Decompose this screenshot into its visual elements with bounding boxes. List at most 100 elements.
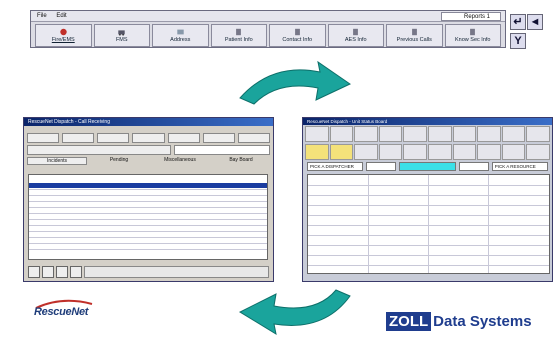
- left-status-field: [84, 266, 269, 278]
- incidents-grid[interactable]: [28, 174, 268, 260]
- contact-info-button[interactable]: Contact Info: [269, 24, 326, 47]
- left-tool-button[interactable]: [167, 133, 200, 143]
- patient-info-label: Patient Info: [224, 37, 253, 43]
- fire-ems-button[interactable]: Fire/EMS: [35, 24, 92, 47]
- right-tool-button[interactable]: [378, 144, 403, 160]
- right-tool-button[interactable]: [354, 144, 378, 160]
- left-tool-button[interactable]: [27, 133, 60, 143]
- left-toolbar-row-1: [24, 132, 273, 144]
- selected-row[interactable]: [29, 183, 267, 188]
- pick-dispatcher-field[interactable]: PICK A DISPATCHER: [307, 162, 364, 171]
- grid-line: [29, 195, 267, 196]
- fms-label: FMS: [115, 37, 128, 43]
- address-button[interactable]: Address: [152, 24, 209, 47]
- right-tool-button[interactable]: [501, 126, 526, 142]
- grid-line: [308, 195, 549, 196]
- left-bottom-button[interactable]: [70, 266, 82, 278]
- right-window-title: RescueNet Dispatch - Unit Status Board: [303, 118, 552, 125]
- grid-line: [29, 201, 267, 202]
- tab-incidents[interactable]: Incidents: [27, 157, 87, 165]
- zoll-box: ZOLL: [386, 312, 432, 331]
- pick-resource-field[interactable]: PICK A RESOURCE: [491, 162, 548, 171]
- info-icon: [353, 28, 359, 36]
- ambulance-icon: [118, 30, 125, 36]
- right-tool-button[interactable]: [452, 144, 477, 160]
- right-tool-button[interactable]: [477, 126, 501, 142]
- right-tool-button[interactable]: [378, 126, 403, 142]
- right-tool-button[interactable]: [427, 144, 452, 160]
- aes-info-button[interactable]: AES Info: [327, 24, 384, 47]
- right-tool-button[interactable]: [403, 144, 427, 160]
- grid-line: [308, 215, 549, 216]
- grid-line: [308, 185, 549, 186]
- right-tool-button[interactable]: [501, 144, 526, 160]
- patient-info-button[interactable]: Patient Info: [210, 24, 267, 47]
- right-fields: PICK A DISPATCHER PICK A RESOURCE: [307, 162, 548, 171]
- tab-bay-board[interactable]: Bay Board: [212, 157, 270, 165]
- tab-miscellaneous[interactable]: Miscellaneous: [151, 157, 209, 165]
- left-tool-button[interactable]: [62, 133, 95, 143]
- left-tool-button[interactable]: [237, 133, 270, 143]
- left-bottom-button[interactable]: [56, 266, 68, 278]
- left-tool-button[interactable]: [202, 133, 235, 143]
- left-tool-button[interactable]: [132, 133, 165, 143]
- grid-line: [308, 255, 549, 256]
- grid-line: [308, 205, 549, 206]
- grid-line: [29, 189, 267, 190]
- left-bottom-button[interactable]: [42, 266, 54, 278]
- enter-button[interactable]: ↵: [510, 14, 526, 30]
- left-tabs: Incidents Pending Miscellaneous Bay Boar…: [24, 156, 273, 166]
- right-toolbar-row-1: [303, 125, 552, 143]
- right-field[interactable]: [458, 162, 489, 171]
- right-toolbar-row-2: [303, 143, 552, 161]
- top-toolbar: File Edit Reports 1 Fire/EMS FMS Address…: [30, 10, 506, 48]
- security-icon: [470, 28, 476, 36]
- menu-edit[interactable]: Edit: [56, 13, 66, 19]
- right-tool-button[interactable]: [305, 144, 329, 160]
- grid-column-line: [428, 175, 429, 273]
- left-bottom-button[interactable]: [28, 266, 40, 278]
- unit-status-grid[interactable]: [307, 174, 550, 274]
- grid-line: [29, 237, 267, 238]
- grid-line: [308, 235, 549, 236]
- right-field[interactable]: [366, 162, 397, 171]
- right-tool-button[interactable]: [354, 126, 378, 142]
- menu-file[interactable]: File: [37, 13, 47, 19]
- toolbar-buttons: Fire/EMS FMS Address Patient Info Contac…: [35, 24, 501, 47]
- right-tool-button[interactable]: [526, 126, 550, 142]
- fms-button[interactable]: FMS: [93, 24, 150, 47]
- right-tool-button[interactable]: [305, 126, 329, 142]
- toolbar-menu: File Edit: [31, 11, 505, 22]
- right-tool-button[interactable]: [329, 144, 354, 160]
- highlight-field[interactable]: [399, 162, 456, 171]
- left-icon-strip[interactable]: [27, 145, 171, 155]
- right-tool-button[interactable]: [427, 126, 452, 142]
- fire-emblem-icon: [60, 28, 67, 36]
- previous-calls-button[interactable]: Previous Calls: [386, 24, 443, 47]
- address-label: Address: [170, 37, 191, 43]
- aes-info-label: AES Info: [344, 37, 367, 43]
- left-window-title: RescueNet Dispatch - Call Receiving: [24, 118, 273, 126]
- back-button[interactable]: ◄: [527, 14, 543, 30]
- reports-dropdown[interactable]: Reports 1: [441, 12, 501, 21]
- grid-line: [308, 245, 549, 246]
- right-tool-button[interactable]: [452, 126, 477, 142]
- grid-line: [29, 225, 267, 226]
- left-field[interactable]: [173, 145, 270, 155]
- contact-info-label: Contact Info: [282, 37, 313, 43]
- calls-icon: [411, 28, 417, 36]
- know-sec-info-button[interactable]: Know Sec Info: [444, 24, 501, 47]
- filter-button[interactable]: Y: [510, 33, 526, 49]
- grid-column-line: [368, 175, 369, 273]
- right-tool-button[interactable]: [477, 144, 501, 160]
- grid-line: [29, 207, 267, 208]
- right-tool-button[interactable]: [403, 126, 427, 142]
- right-tool-button[interactable]: [526, 144, 550, 160]
- left-tool-button[interactable]: [97, 133, 130, 143]
- grid-line: [308, 265, 549, 266]
- rescuenet-wordmark: RescueNet: [34, 306, 89, 318]
- tab-pending[interactable]: Pending: [90, 157, 148, 165]
- curved-arrow-down-icon: [239, 60, 352, 105]
- grid-line: [29, 249, 267, 250]
- right-tool-button[interactable]: [329, 126, 354, 142]
